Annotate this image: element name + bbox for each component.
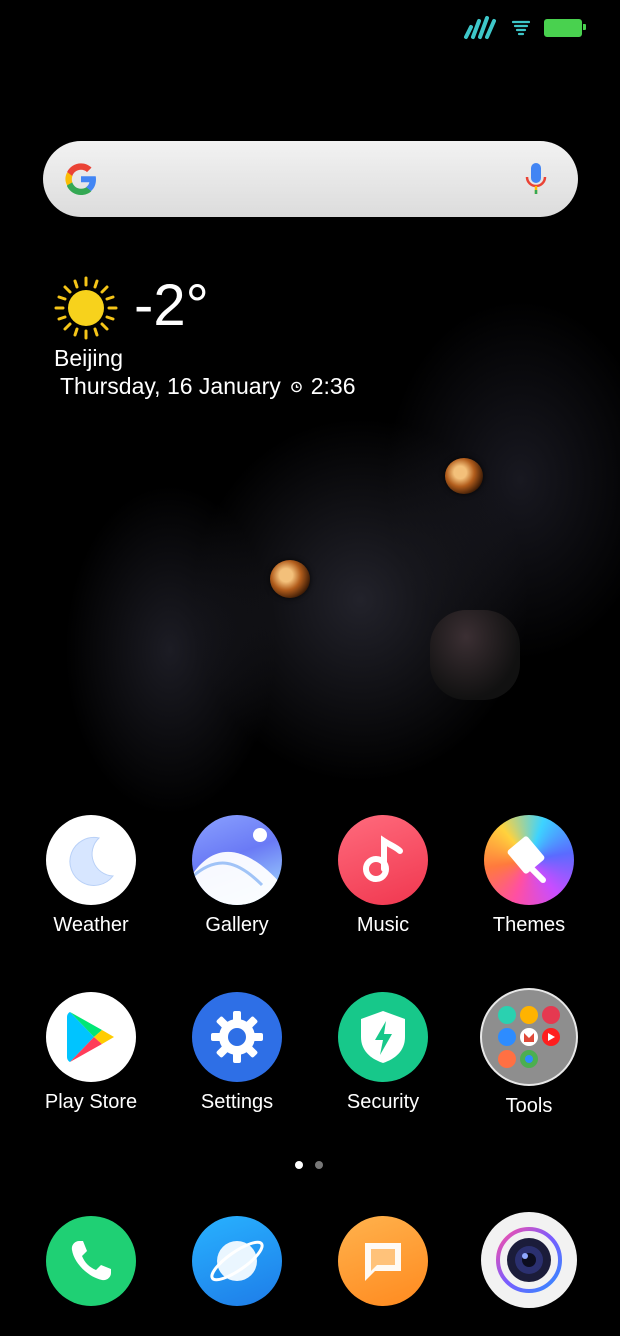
microphone-icon[interactable] (524, 161, 548, 197)
weather-moon-icon[interactable] (46, 815, 136, 905)
dock-messages[interactable] (310, 1216, 456, 1306)
app-weather[interactable]: Weather (18, 815, 164, 937)
city-name: Beijing (54, 345, 124, 371)
date-time-row: Thursday, 16 January 2:36 (60, 372, 356, 400)
folder-icon[interactable] (480, 988, 578, 1086)
app-gallery[interactable]: Gallery (164, 815, 310, 937)
time-text: 2:36 (310, 373, 356, 399)
app-label: Music (356, 914, 410, 936)
app-music[interactable]: Music (310, 815, 456, 937)
camera-icon[interactable] (481, 1212, 577, 1308)
app-play-store[interactable]: Play Store (18, 992, 164, 1114)
shield-bolt-icon[interactable] (338, 992, 428, 1082)
app-label: Gallery (205, 914, 269, 936)
music-note-icon[interactable] (338, 815, 428, 905)
google-search-bar[interactable] (43, 141, 578, 217)
temperature: -2° (134, 273, 209, 338)
app-settings[interactable]: Settings (164, 992, 310, 1114)
app-security[interactable]: Security (310, 992, 456, 1114)
dog-nose (430, 610, 520, 700)
dock-camera[interactable] (456, 1212, 602, 1308)
app-themes[interactable]: Themes (456, 815, 602, 937)
app-label: Themes (492, 914, 566, 936)
status-bar (462, 14, 586, 42)
gallery-icon[interactable] (192, 815, 282, 905)
app-label: Settings (200, 1091, 274, 1113)
themes-brush-icon[interactable] (484, 815, 574, 905)
dog-right-eye (445, 458, 483, 494)
date-text: Thursday, 16 January (60, 373, 281, 399)
alarm-clock-icon (290, 381, 302, 392)
app-label: Play Store (44, 1091, 138, 1113)
app-tools-folder[interactable]: Tools (456, 988, 602, 1118)
battery-icon (544, 19, 586, 37)
page-indicator[interactable] (295, 1161, 323, 1169)
app-label: Weather (53, 914, 129, 936)
wifi-icon (512, 20, 530, 36)
app-label: Tools (505, 1095, 553, 1117)
google-g-icon[interactable] (63, 161, 99, 197)
dog-left-eye (270, 560, 310, 598)
page-dot[interactable] (315, 1161, 323, 1169)
dock-browser[interactable] (164, 1216, 310, 1306)
page-dot-active[interactable] (295, 1161, 303, 1169)
phone-icon[interactable] (46, 1216, 136, 1306)
signal-icon (464, 16, 496, 39)
gear-icon[interactable] (192, 992, 282, 1082)
app-label: Security (346, 1091, 420, 1113)
messages-icon[interactable] (338, 1216, 428, 1306)
play-store-icon[interactable] (46, 992, 136, 1082)
browser-icon[interactable] (192, 1216, 282, 1306)
sun-icon (54, 276, 118, 340)
dock-phone[interactable] (18, 1216, 164, 1306)
